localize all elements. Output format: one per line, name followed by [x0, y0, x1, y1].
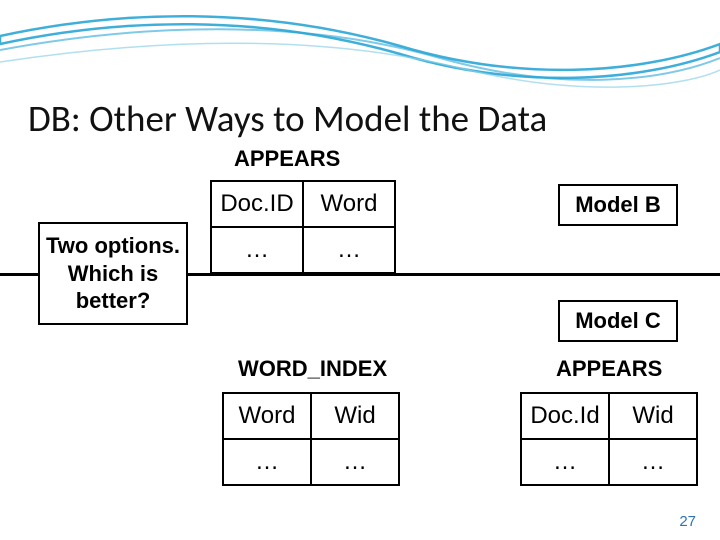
wave-decoration [0, 0, 720, 95]
model-c-box: Model C [558, 300, 678, 342]
slide-title: DB: Other Ways to Model the Data [28, 96, 547, 141]
table-row: … … [521, 439, 697, 485]
col-word: Word [223, 393, 311, 439]
slide-number: 27 [679, 513, 696, 530]
appears-top-table: Doc.ID Word … … [210, 180, 396, 274]
appears-top-label: APPEARS [234, 146, 340, 172]
cell: … [223, 439, 311, 485]
word-index-label: WORD_INDEX [238, 356, 387, 382]
two-options-box: Two options. Which is better? [38, 222, 188, 325]
word-index-table: Word Wid … … [222, 392, 400, 486]
cell: … [521, 439, 609, 485]
col-wid: Wid [609, 393, 697, 439]
col-docid: Doc.Id [521, 393, 609, 439]
col-docid: Doc.ID [211, 181, 303, 227]
cell: … [303, 227, 395, 273]
table-row: Doc.Id Wid [521, 393, 697, 439]
appears-right-label: APPEARS [556, 356, 662, 382]
cell: … [609, 439, 697, 485]
col-word: Word [303, 181, 395, 227]
table-row: Word Wid [223, 393, 399, 439]
cell: … [211, 227, 303, 273]
table-row: … … [223, 439, 399, 485]
table-row: … … [211, 227, 395, 273]
col-wid: Wid [311, 393, 399, 439]
table-row: Doc.ID Word [211, 181, 395, 227]
model-b-box: Model B [558, 184, 678, 226]
cell: … [311, 439, 399, 485]
appears-bottom-table: Doc.Id Wid … … [520, 392, 698, 486]
